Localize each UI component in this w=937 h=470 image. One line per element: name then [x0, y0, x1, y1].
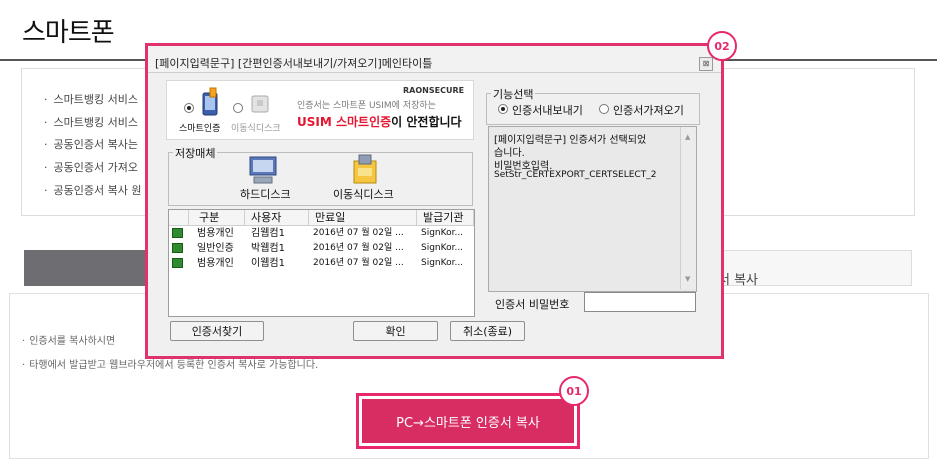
step-badge: 01 — [559, 376, 589, 406]
row-user: 이웹컴1 — [251, 258, 285, 269]
import-radio[interactable] — [599, 104, 609, 114]
step-badge: 02 — [707, 31, 737, 61]
hard-disk-icon[interactable] — [246, 155, 280, 185]
row-issuer: SignKor... — [421, 228, 464, 238]
message-textarea[interactable]: [페이지입력문구] 인증서가 선택되었 습니다. 비밀번호입력. SetStr_… — [488, 126, 697, 292]
hard-disk-label[interactable]: 하드디스크 — [240, 186, 291, 202]
function-group-label: 기능선택 — [491, 86, 536, 102]
scroll-down-icon[interactable]: ▼ — [685, 275, 690, 283]
usb-radio[interactable] — [233, 103, 243, 113]
export-radio[interactable] — [498, 104, 508, 114]
find-certificate-button[interactable]: 인증서찾기 — [170, 321, 264, 341]
usim-banner: 스마트인증 이동식디스크 RAONSECURE 인증서는 스마트폰 USIM에 … — [166, 80, 474, 140]
dialog-titlebar: [페이지입력문구] [간편인증서내보내기/가져오기]메인타이틀 ⊠ — [148, 46, 721, 73]
message-line: SetStr_CERTEXPORT_CERTSELECT_2 — [494, 170, 657, 180]
row-type: 범용개인 — [197, 228, 234, 239]
info-bullet: 스마트뱅킹 서비스 — [44, 114, 138, 130]
table-row[interactable]: 일반인증 박웹컴1 2016년 07 월 02일 ... SignKor... — [169, 241, 474, 256]
storage-group-label: 저장매체 — [173, 145, 218, 161]
removable-disk-label[interactable]: 이동식디스크 — [333, 186, 394, 202]
cancel-button[interactable]: 취소(종료) — [450, 321, 525, 341]
column-header[interactable]: 사용자 — [245, 210, 309, 225]
import-label[interactable]: 인증서가져오기 — [613, 102, 684, 118]
row-expiry: 2016년 07 월 02일 ... — [313, 228, 404, 238]
password-input[interactable] — [584, 292, 696, 312]
phone-usim-icon — [202, 87, 218, 116]
certificate-icon — [172, 258, 183, 268]
table-row[interactable]: 범용개인 김웹컴1 2016년 07 월 02일 ... SignKor... — [169, 226, 474, 241]
info-bullet: 스마트뱅킹 서비스 — [44, 91, 138, 107]
tab-label: 서 복사 — [718, 273, 759, 288]
row-type: 일반인증 — [197, 243, 234, 254]
cert-export-dialog: [페이지입력문구] [간편인증서내보내기/가져오기]메인타이틀 ⊠ 스마트인증 … — [145, 43, 724, 359]
cta-label: PC→스마트폰 인증서 복사 — [362, 399, 574, 443]
dialog-title: [페이지입력문구] [간편인증서내보내기/가져오기]메인타이틀 — [155, 57, 433, 70]
export-label[interactable]: 인증서내보내기 — [512, 102, 583, 118]
row-type: 범용개인 — [197, 258, 234, 269]
password-label: 인증서 비밀번호 — [495, 298, 570, 311]
certificate-icon — [172, 243, 183, 253]
ok-button[interactable]: 확인 — [353, 321, 438, 341]
column-header[interactable]: 구분 — [189, 210, 245, 225]
banner-line2-rest: 이 안전합니다 — [391, 115, 462, 129]
removable-disk-icon[interactable] — [348, 153, 382, 185]
certificate-icon — [172, 228, 183, 238]
row-issuer: SignKor... — [421, 258, 464, 268]
certificate-list[interactable]: 구분 사용자 만료일 발급기관 범용개인 김웹컴1 2016년 07 월 02일… — [168, 209, 475, 317]
row-user: 박웹컴1 — [251, 243, 285, 254]
page-title: 스마트폰 — [22, 18, 115, 48]
usb-option-label: 이동식디스크 — [231, 124, 281, 134]
info-bullet: 공동인증서 복사 원 — [44, 182, 142, 198]
table-row[interactable]: 범용개인 이웹컴1 2016년 07 월 02일 ... SignKor... — [169, 256, 474, 271]
usb-disk-icon — [251, 95, 269, 113]
row-expiry: 2016년 07 월 02일 ... — [313, 258, 404, 268]
notice-text: 인증서를 복사하시면 — [22, 332, 115, 347]
column-icon-header — [169, 210, 189, 225]
close-icon[interactable]: ⊠ — [699, 57, 713, 71]
pc-to-smartphone-copy-button[interactable]: PC→스마트폰 인증서 복사 — [356, 393, 580, 449]
row-expiry: 2016년 07 월 02일 ... — [313, 243, 404, 253]
info-bullet: 공동인증서 복사는 — [44, 136, 138, 152]
list-header: 구분 사용자 만료일 발급기관 — [169, 210, 474, 226]
info-bullet: 공동인증서 가져오 — [44, 159, 138, 175]
usim-highlight: USIM 스마트인증 — [297, 115, 392, 129]
row-user: 김웹컴1 — [251, 228, 285, 239]
column-header[interactable]: 만료일 — [309, 210, 417, 225]
scrollbar[interactable]: ▲ ▼ — [680, 127, 696, 289]
smartphone-option-label: 스마트인증 — [179, 124, 221, 134]
brand-logo: RAONSECURE — [403, 86, 465, 95]
scroll-up-icon[interactable]: ▲ — [685, 133, 690, 141]
banner-line2: USIM 스마트인증이 안전합니다 — [297, 113, 462, 130]
row-issuer: SignKor... — [421, 243, 464, 253]
column-header[interactable]: 발급기관 — [417, 210, 474, 225]
banner-line1: 인증서는 스마트폰 USIM에 저장하는 — [297, 101, 436, 111]
